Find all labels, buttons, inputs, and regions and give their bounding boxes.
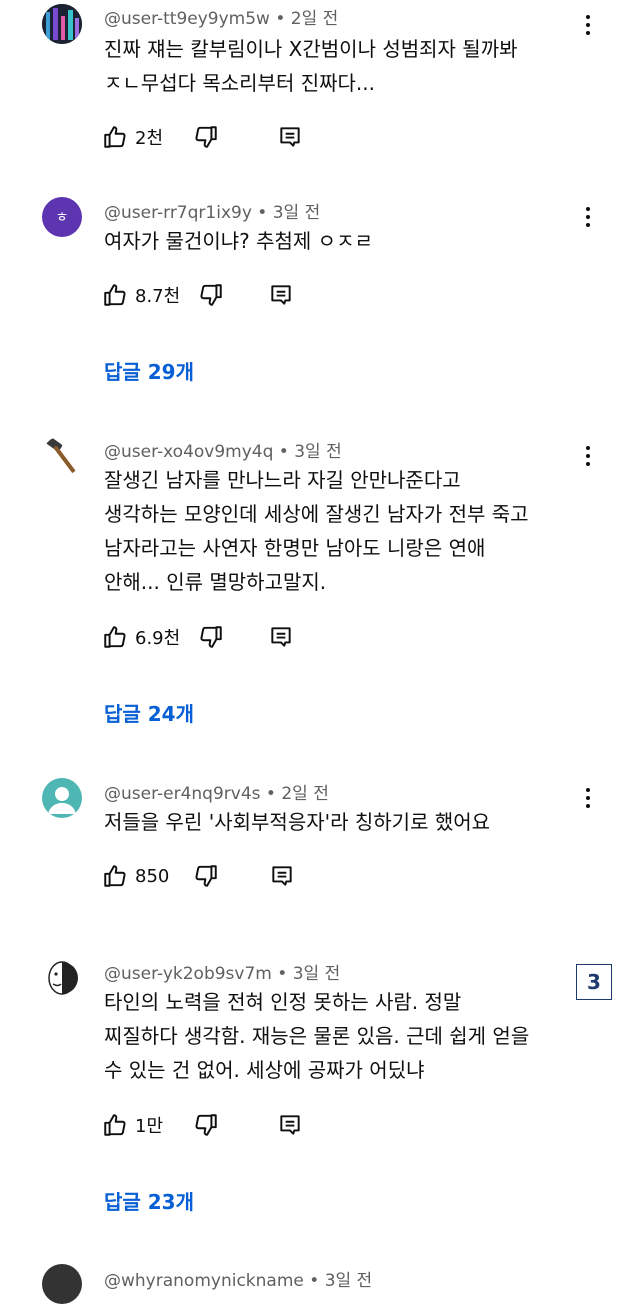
thumbs-up-icon[interactable] [102,124,128,150]
avatar-letter: ㅎ [55,210,69,226]
default-person-avatar-icon [48,787,76,814]
comment-handle[interactable]: @user-rr7qr1ix9y [104,203,252,223]
like-count: 8.7천 [135,286,181,307]
like-count: 1만 [135,1116,164,1137]
like-count: 850 [135,865,170,887]
comment-time: 2일 전 [290,9,339,29]
comment-handle[interactable]: @user-tt9ey9ym5w [104,9,270,29]
reply-icon[interactable] [268,624,294,650]
comment-time: 2일 전 [281,784,329,804]
thumbs-up-icon[interactable] [102,624,128,650]
reply-icon[interactable] [277,124,303,150]
sketch-face-avatar-icon [48,961,78,995]
avatar[interactable] [42,4,82,44]
thumbs-down-icon[interactable] [193,1112,219,1138]
comment-handle[interactable]: @user-er4nq9rv4s [104,784,261,804]
thumbs-down-icon[interactable] [198,624,224,650]
comment-time: 3일 전 [272,203,321,223]
comment-actions: 850 [102,861,295,891]
like-count: 6.9천 [135,628,181,649]
hammer-avatar-icon [45,436,76,474]
comment-handle[interactable]: @user-yk2ob9sv7m [104,964,272,984]
thumbs-up-icon[interactable] [102,863,128,889]
avatar[interactable] [42,1264,82,1304]
comment-time: 3일 전 [292,964,341,984]
avatar[interactable]: ㅎ [42,197,82,237]
comment-time: 3일 전 [294,442,342,462]
comment-meta: @user-er4nq9rv4s • 2일 전 [104,784,329,804]
comment-actions: 1만 [102,1110,303,1140]
comment-text: 저들을 우린 '사회부적응자'라 칭하기로 했어요 [104,810,491,834]
like-count: 2천 [135,128,164,149]
comment-meta: @whyranomynickname • 3일 전 [104,1271,373,1291]
view-replies-link[interactable]: 답글 23개 [104,1186,194,1215]
comment-handle[interactable]: @whyranomynickname [104,1271,304,1291]
reply-icon[interactable] [268,282,294,308]
comment-text: 진짜 쟤는 칼부림이나 X간범이나 성범죄자 될까봐 ㅈㄴ무섭다 목소리부터 진… [104,37,518,95]
avatar[interactable] [42,778,82,818]
thumbs-down-icon[interactable] [193,124,219,150]
thumbs-down-icon[interactable] [198,282,224,308]
comment-handle[interactable]: @user-xo4ov9my4q [104,442,273,462]
comment-actions: 2천 [102,122,303,152]
comment-text: 타인의 노력을 전혀 인정 못하는 사람. 정말 찌질하다 생각함. 재능은 물… [104,990,530,1082]
reply-icon[interactable] [269,863,295,889]
avatar[interactable] [42,958,82,998]
comment-text: 여자가 물건이냐? 추첨제 ㅇㅈㄹ [104,229,373,253]
thumbs-down-icon[interactable] [193,863,219,889]
thumbs-up-icon[interactable] [102,282,128,308]
avatar[interactable] [42,436,82,476]
comment-text: 잘생긴 남자를 만나느라 자길 안만나준다고 생각하는 모양인데 세상에 잘생긴… [104,468,529,594]
reply-icon[interactable] [277,1112,303,1138]
comment-actions: 8.7천 [102,280,294,310]
view-replies-link[interactable]: 답글 24개 [104,698,194,727]
comment-meta: @user-yk2ob9sv7m • 3일 전 [104,964,341,984]
comment-meta: @user-xo4ov9my4q • 3일 전 [104,442,342,462]
comment-meta: @user-tt9ey9ym5w • 2일 전 [104,9,339,29]
thumbs-up-icon[interactable] [102,1112,128,1138]
page-number-badge: 3 [576,964,612,1000]
view-replies-link[interactable]: 답글 29개 [104,356,194,385]
comment-time: 3일 전 [324,1271,373,1291]
comment-meta: @user-rr7qr1ix9y • 3일 전 [104,203,321,223]
neon-city-avatar-icon [42,4,82,44]
comment-actions: 6.9천 [102,622,294,652]
